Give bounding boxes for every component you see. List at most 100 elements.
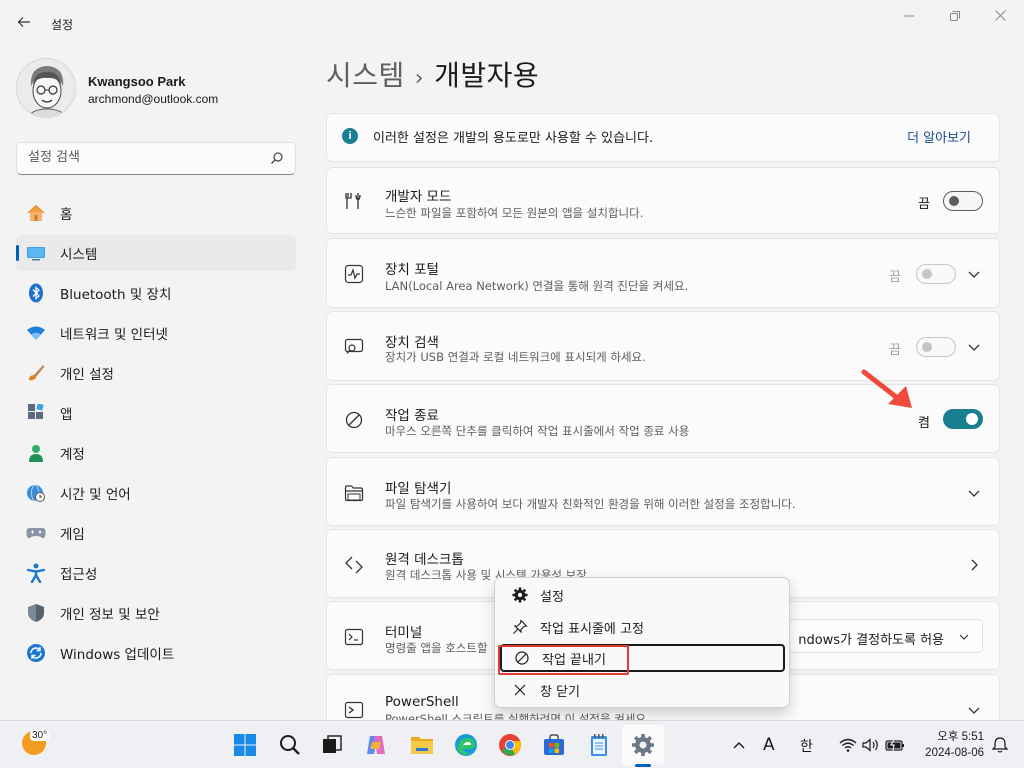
speaker-icon [862, 738, 878, 752]
ime-language[interactable]: 한 [800, 736, 813, 756]
chevron-up-icon [733, 742, 745, 749]
sidebar-item-privacy[interactable]: 개인 정보 및 보안 [16, 595, 296, 631]
sidebar-item-accessibility[interactable]: 접근성 [16, 555, 296, 591]
sidebar-item-apps[interactable]: 앱 [16, 395, 296, 431]
end-task-toggle[interactable] [943, 409, 983, 429]
setting-description: 파일 탐색기를 사용하여 보다 개발자 친화적인 환경을 위해 이러한 설정을 … [385, 497, 796, 511]
battery-charging-icon [885, 738, 904, 752]
sidebar-item-bluetooth[interactable]: Bluetooth 및 장치 [16, 275, 296, 311]
store-button[interactable] [540, 731, 568, 759]
minimize-button[interactable] [897, 8, 921, 28]
toggle-state-label: 끔 [918, 197, 930, 212]
clock-date: 2024-08-06 [925, 747, 984, 759]
bluetooth-icon [26, 283, 46, 303]
copilot-button[interactable] [362, 731, 390, 759]
info-bar: i 이러한 설정은 개발의 용도로만 사용할 수 있습니다. 더 알아보기 [326, 113, 1000, 162]
context-menu-item-settings[interactable]: 설정 [500, 581, 785, 609]
copilot-icon [367, 736, 385, 754]
setting-title: 터미널 [385, 625, 423, 641]
dropdown-value: ndows가 결정하도록 허용 [798, 633, 944, 648]
search-box[interactable] [16, 142, 296, 175]
chevron-down-icon[interactable] [967, 267, 981, 281]
sidebar-item-network[interactable]: 네트워크 및 인터넷 [16, 315, 296, 351]
start-button[interactable] [231, 731, 259, 759]
developer-mode-toggle[interactable] [943, 191, 983, 211]
page-title: 개발자용 [434, 59, 540, 92]
monitor-icon [26, 243, 46, 263]
sidebar-item-home[interactable]: 홈 [16, 195, 296, 231]
file-explorer-button[interactable] [408, 731, 436, 759]
setting-developer-mode: 개발자 모드 느슨한 파일을 포함하여 모든 원본의 앱을 설치합니다. 끔 [326, 167, 1000, 234]
terminal-dropdown[interactable]: ndows가 결정하도록 허용 [783, 619, 983, 653]
setting-title: 원격 데스크톱 [385, 552, 464, 568]
settings-taskbar-button[interactable] [629, 731, 657, 759]
setting-title: 개발자 모드 [385, 189, 452, 205]
tools-icon [343, 190, 365, 212]
chevron-down-icon[interactable] [967, 486, 981, 500]
toggle-state-label: 끔 [889, 270, 901, 285]
chrome-icon [499, 734, 522, 756]
avatar[interactable] [16, 58, 76, 118]
setting-title: PowerShell [385, 694, 459, 710]
setting-title: 장치 포털 [385, 262, 439, 278]
minimize-icon [904, 15, 914, 17]
chevron-down-icon[interactable] [967, 340, 981, 354]
device-portal-toggle[interactable] [916, 264, 956, 284]
store-icon [544, 734, 564, 755]
breadcrumb-parent[interactable]: 시스템 [326, 59, 405, 92]
notepad-button[interactable] [585, 731, 613, 759]
battery-button[interactable] [881, 731, 909, 759]
clock[interactable]: 오후 5:51 2024-08-06 [912, 729, 984, 761]
sidebar-item-windows-update[interactable]: Windows 업데이트 [16, 635, 296, 671]
sidebar-nav: 홈 시스템 Bluetooth 및 장치 네트워크 및 인터넷 개인 설정 앱 … [16, 195, 296, 675]
chevron-down-icon [959, 634, 969, 640]
setting-description: 명령줄 앱을 호스트할 [385, 641, 488, 655]
device-discovery-toggle[interactable] [916, 337, 956, 357]
remote-desktop-icon [343, 554, 365, 576]
back-button[interactable] [12, 12, 36, 36]
title-bar: 설정 [0, 0, 1024, 48]
taskbar: 30° A 한 오후 5:51 2024-08-06 [0, 720, 1024, 768]
setting-file-explorer[interactable]: 파일 탐색기 파일 탐색기를 사용하여 보다 개발자 친화적인 환경을 위해 이… [326, 457, 1000, 526]
device-search-icon [343, 336, 365, 358]
taskbar-search-button[interactable] [276, 731, 304, 759]
globe-clock-icon [26, 483, 46, 503]
notifications-button[interactable] [986, 731, 1014, 759]
restore-button[interactable] [943, 8, 967, 28]
search-icon[interactable] [270, 151, 284, 165]
show-hidden-icons-button[interactable] [725, 731, 753, 759]
restore-icon [950, 11, 960, 21]
arrow-left-icon [17, 17, 30, 27]
setting-description: 느슨한 파일을 포함하여 모든 원본의 앱을 설치합니다. [385, 206, 644, 220]
user-email: archmond@outlook.com [88, 92, 219, 106]
chrome-button[interactable] [496, 731, 524, 759]
sync-icon [26, 643, 46, 663]
edge-button[interactable] [452, 731, 480, 759]
task-view-icon [323, 735, 342, 753]
sidebar-item-time-language[interactable]: 시간 및 언어 [16, 475, 296, 511]
sidebar-item-system[interactable]: 시스템 [16, 235, 296, 271]
info-text: 이러한 설정은 개발의 용도로만 사용할 수 있습니다. [373, 131, 654, 146]
context-menu-item-pin[interactable]: 작업 표시줄에 고정 [500, 613, 785, 641]
home-icon [26, 203, 46, 223]
task-view-button[interactable] [318, 731, 346, 759]
sidebar-item-gaming[interactable]: 게임 [16, 515, 296, 551]
weather-temperature: 30° [30, 730, 50, 741]
pin-icon [512, 619, 528, 635]
wifi-icon [26, 323, 46, 343]
red-arrow-annotation [861, 369, 912, 408]
wifi-icon [839, 738, 857, 752]
breadcrumb-separator: › [414, 66, 425, 91]
context-menu-item-close-window[interactable]: 창 닫기 [500, 676, 785, 704]
close-window-button[interactable] [988, 8, 1012, 28]
ime-mode-a[interactable]: A [763, 735, 775, 755]
chevron-down-icon[interactable] [967, 703, 981, 717]
setting-description: 마우스 오른쪽 단추를 클릭하여 작업 표시줄에서 작업 종료 사용 [385, 424, 690, 438]
sidebar-item-accounts[interactable]: 계정 [16, 435, 296, 471]
edge-icon [455, 734, 477, 756]
notepad-icon [591, 734, 607, 756]
chevron-right-icon[interactable] [967, 558, 981, 572]
sidebar-item-personalization[interactable]: 개인 설정 [16, 355, 296, 391]
search-input[interactable] [28, 150, 258, 165]
learn-more-link[interactable]: 더 알아보기 [907, 127, 971, 146]
